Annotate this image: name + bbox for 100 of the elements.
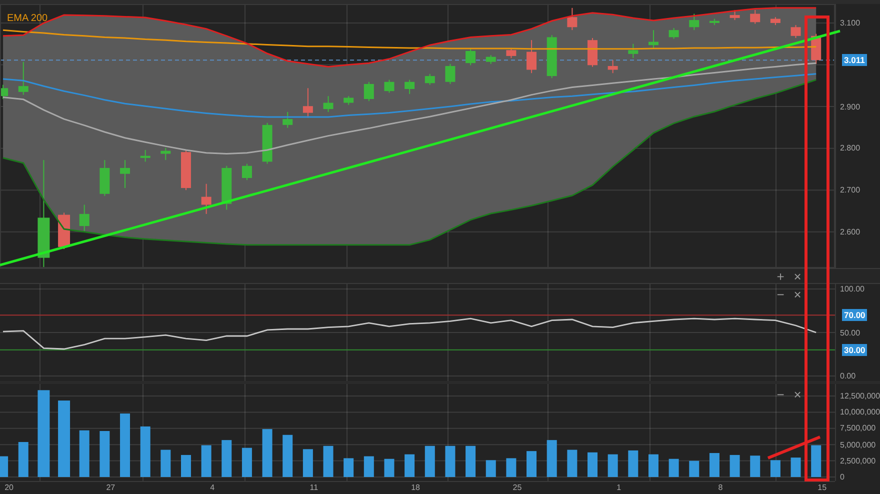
date-label: 11 bbox=[310, 483, 318, 492]
volume-bar bbox=[709, 453, 720, 477]
candlestick bbox=[790, 24, 801, 39]
candlestick bbox=[140, 150, 150, 162]
volume-bar bbox=[344, 458, 354, 477]
axis-label: 2.700 bbox=[840, 186, 860, 195]
candlestick bbox=[79, 204, 90, 232]
volume-bar bbox=[486, 460, 496, 477]
volume-bar bbox=[302, 449, 313, 477]
volume-bar bbox=[180, 454, 191, 477]
axis-label: 7,500,000 bbox=[840, 424, 876, 433]
volume-bar bbox=[506, 458, 516, 477]
candlestick bbox=[100, 160, 110, 196]
volume-bar bbox=[811, 445, 822, 477]
candlestick bbox=[608, 60, 618, 74]
candlestick bbox=[668, 27, 679, 40]
volume-bar bbox=[384, 458, 394, 477]
candlestick bbox=[628, 43, 638, 59]
candlestick bbox=[323, 96, 334, 112]
candlestick bbox=[18, 61, 28, 96]
candlestick bbox=[750, 10, 760, 24]
pane-close-button[interactable]: × bbox=[792, 288, 803, 301]
volume-bar bbox=[242, 448, 252, 477]
volume-bar bbox=[648, 454, 658, 477]
candlestick bbox=[384, 79, 394, 94]
volume-bar bbox=[282, 434, 293, 477]
candlestick bbox=[180, 150, 191, 191]
candlestick bbox=[201, 183, 212, 214]
candlestick bbox=[588, 38, 598, 68]
candlestick bbox=[404, 79, 415, 94]
axis-label: 3.100 bbox=[840, 18, 860, 28]
axis-label: 0 bbox=[840, 472, 844, 482]
volume-bar bbox=[100, 431, 110, 477]
volume-bar bbox=[222, 440, 232, 477]
candlestick bbox=[445, 63, 456, 84]
candlestick bbox=[344, 96, 354, 106]
candlestick bbox=[506, 48, 516, 59]
candlestick bbox=[709, 18, 720, 26]
volume-bar bbox=[689, 460, 700, 477]
volume-bar bbox=[790, 458, 801, 477]
pane-toggle-button[interactable]: − bbox=[775, 288, 786, 301]
candlestick bbox=[302, 88, 313, 118]
candlestick bbox=[567, 7, 578, 31]
candlestick bbox=[120, 160, 130, 189]
candlestick bbox=[222, 165, 232, 210]
axis-label: 2.600 bbox=[840, 227, 860, 236]
level-label: 70.00 bbox=[842, 309, 868, 322]
volume-bar bbox=[608, 454, 618, 477]
axis-label: 100.00 bbox=[840, 284, 864, 294]
volume-bar bbox=[140, 426, 150, 477]
volume-bar bbox=[18, 442, 28, 477]
date-label: 27 bbox=[106, 483, 116, 492]
pane-close-button[interactable]: × bbox=[792, 388, 803, 401]
volume-bar bbox=[730, 454, 740, 477]
candlestick bbox=[689, 13, 700, 31]
volume-bar bbox=[628, 450, 638, 477]
volume-bar bbox=[750, 456, 760, 477]
date-label: 4 bbox=[210, 483, 215, 492]
date-label: 8 bbox=[718, 483, 723, 492]
annotation-line bbox=[767, 436, 821, 460]
axis-label: 0.00 bbox=[840, 372, 856, 380]
date-label: 25 bbox=[512, 483, 522, 492]
candlestick bbox=[0, 84, 8, 100]
candlestick bbox=[648, 30, 658, 49]
axis-label: 5,000,000 bbox=[840, 440, 876, 450]
candlestick bbox=[486, 54, 496, 64]
date-label: 15 bbox=[818, 483, 827, 492]
volume-bar bbox=[404, 454, 415, 477]
candlestick bbox=[282, 111, 293, 128]
candlestick bbox=[424, 73, 435, 86]
axis-label: 12,500,000 bbox=[840, 392, 880, 400]
volume-bar bbox=[120, 414, 130, 477]
indicator-label: EMA 200 bbox=[7, 13, 48, 24]
date-label: 1 bbox=[616, 483, 622, 492]
pane-toggle-button[interactable]: − bbox=[775, 388, 786, 401]
date-label: 18 bbox=[411, 483, 420, 492]
level-label: 30.00 bbox=[842, 344, 868, 356]
volume-bar bbox=[160, 450, 171, 477]
volume-bar bbox=[364, 456, 374, 477]
axis-label: 50.00 bbox=[840, 328, 860, 337]
volume-bar bbox=[424, 446, 435, 477]
volume-bar bbox=[79, 430, 90, 477]
axis-label: 2.900 bbox=[840, 102, 860, 112]
candlestick bbox=[526, 40, 537, 74]
volume-bar bbox=[588, 452, 598, 477]
volume-bar bbox=[546, 440, 557, 477]
volume-bar bbox=[526, 451, 537, 477]
volume-bar bbox=[445, 446, 456, 477]
candlestick bbox=[242, 163, 252, 181]
pane-close-button[interactable]: × bbox=[792, 270, 803, 282]
candlestick bbox=[160, 147, 171, 161]
volume-bar bbox=[567, 450, 578, 477]
volume-bar bbox=[466, 446, 476, 477]
volume-bar bbox=[668, 458, 679, 477]
candlestick bbox=[466, 48, 476, 66]
date-label: 20 bbox=[4, 483, 14, 492]
candlestick bbox=[770, 16, 780, 26]
pane-toggle-button[interactable]: + bbox=[775, 270, 786, 282]
volume-bar bbox=[201, 445, 212, 477]
candlestick bbox=[364, 81, 374, 102]
